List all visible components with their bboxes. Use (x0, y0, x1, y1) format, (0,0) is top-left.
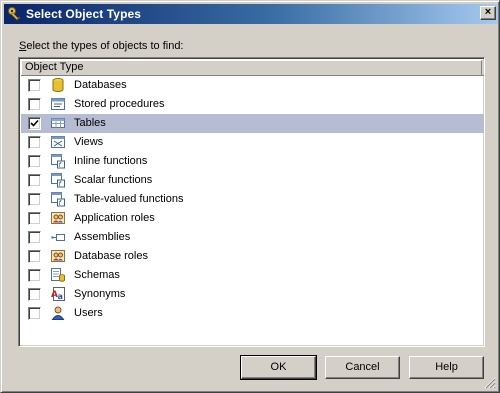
list-item[interactable]: Tables (21, 114, 484, 133)
list-item[interactable]: f Inline functions (21, 152, 484, 171)
item-checkbox[interactable] (28, 307, 41, 320)
column-header-bar: Object Type (21, 60, 484, 76)
list-item[interactable]: Stored procedures (21, 95, 484, 114)
object-type-list[interactable]: Object Type Databases Stored procedures Ta… (18, 57, 485, 347)
schema-icon (51, 268, 65, 282)
list-item-label: Assemblies (74, 231, 131, 243)
list-item[interactable]: Assemblies (21, 228, 484, 247)
list-item[interactable]: Database roles (21, 247, 484, 266)
item-checkbox[interactable] (28, 117, 41, 130)
item-checkbox[interactable] (28, 231, 41, 244)
list-item[interactable]: f Table-valued functions (21, 190, 484, 209)
function-icon: f (51, 192, 65, 207)
list-item-label: Databases (74, 79, 127, 91)
role-icon (51, 250, 65, 262)
column-header-object-type[interactable]: Object Type (21, 60, 482, 75)
title-bar[interactable]: Select Object Types × (4, 4, 498, 24)
list-item[interactable]: Views (21, 133, 484, 152)
stored-procedure-icon (51, 98, 65, 110)
instruction-text: elect the types of objects to find: (26, 40, 184, 52)
list-item-label: Synonyms (74, 288, 126, 300)
resize-grip-icon[interactable] (484, 377, 496, 389)
assembly-icon (51, 234, 65, 241)
help-button[interactable]: Help (409, 356, 484, 379)
list-item-label: Scalar functions (74, 174, 153, 186)
table-icon (51, 118, 65, 128)
list-item-label: Database roles (74, 250, 148, 262)
list-item[interactable]: Users (21, 304, 484, 323)
list-rows: Databases Stored procedures Tables Views f In… (21, 76, 484, 323)
list-item-label: Schemas (74, 269, 120, 281)
ok-button[interactable]: OK (240, 355, 317, 380)
view-icon (51, 136, 65, 148)
list-item-label: Users (74, 307, 103, 319)
list-item[interactable]: Schemas (21, 266, 484, 285)
item-checkbox[interactable] (28, 155, 41, 168)
item-checkbox[interactable] (28, 269, 41, 282)
list-item-label: Stored procedures (74, 98, 165, 110)
list-item-label: Inline functions (74, 155, 148, 167)
item-checkbox[interactable] (28, 193, 41, 206)
list-item[interactable]: Application roles (21, 209, 484, 228)
database-icon (52, 78, 64, 92)
list-item-label: Table-valued functions (74, 193, 184, 205)
item-checkbox[interactable] (28, 250, 41, 263)
function-icon: f (51, 173, 65, 188)
list-item[interactable]: f Scalar functions (21, 171, 484, 190)
checkmark-icon (30, 119, 39, 127)
function-icon: f (51, 154, 65, 169)
list-item-label: Views (74, 136, 104, 148)
window-title: Select Object Types (26, 7, 142, 21)
select-object-types-dialog: Select Object Types × Select the types o… (0, 0, 500, 393)
list-item[interactable]: Aa Synonyms (21, 285, 484, 304)
instruction-label: Select the types of objects to find: (19, 40, 184, 52)
close-button[interactable]: × (480, 6, 496, 20)
list-item-label: Tables (74, 117, 106, 129)
cancel-button[interactable]: Cancel (325, 356, 400, 379)
item-checkbox[interactable] (28, 79, 41, 92)
item-checkbox[interactable] (28, 98, 41, 111)
list-item[interactable]: Databases (21, 76, 484, 95)
item-checkbox[interactable] (28, 212, 41, 225)
item-checkbox[interactable] (28, 174, 41, 187)
item-checkbox[interactable] (28, 288, 41, 301)
role-icon (51, 212, 65, 224)
synonym-icon: Aa (51, 287, 65, 301)
keys-icon (8, 7, 20, 21)
svg-text:a: a (58, 292, 63, 301)
list-item-label: Application roles (74, 212, 155, 224)
user-icon (51, 306, 65, 320)
item-checkbox[interactable] (28, 136, 41, 149)
